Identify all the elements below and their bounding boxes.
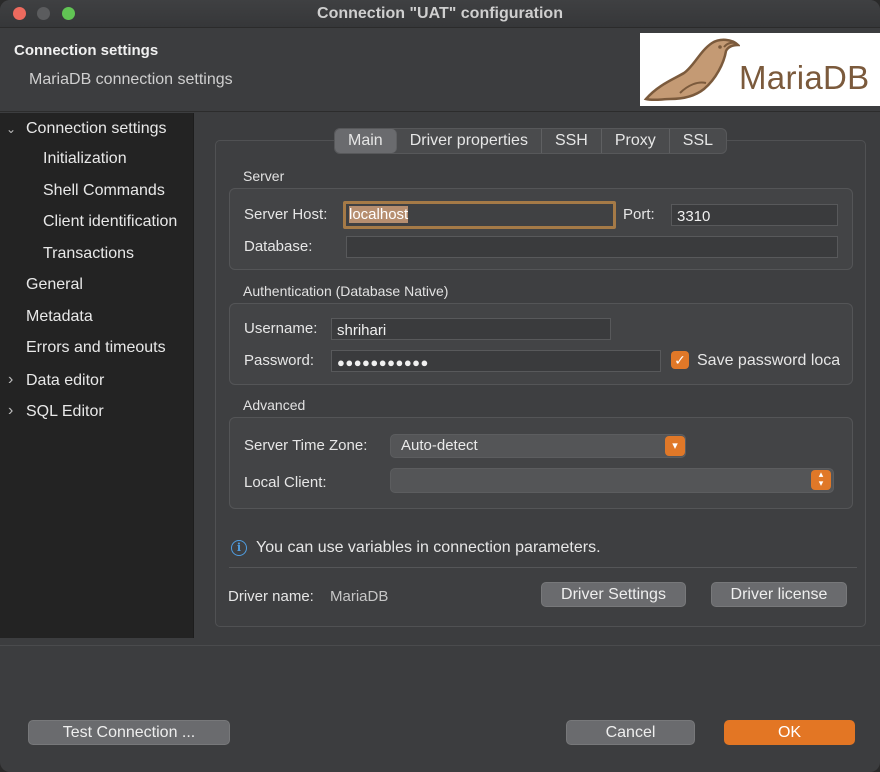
page-subtitle: MariaDB connection settings bbox=[29, 71, 233, 88]
page-header: Connection settings MariaDB connection s… bbox=[0, 28, 880, 112]
chevron-right-icon[interactable]: › bbox=[8, 402, 13, 420]
sidebar-item-shell-commands[interactable]: Shell Commands bbox=[43, 182, 165, 210]
advanced-group-label: Advanced bbox=[243, 397, 306, 413]
database-input[interactable] bbox=[346, 236, 838, 258]
local-client-label: Local Client: bbox=[244, 474, 327, 491]
local-client-select[interactable] bbox=[390, 468, 834, 493]
sidebar-item-label: Metadata bbox=[26, 308, 93, 325]
username-label: Username: bbox=[244, 320, 318, 337]
tab-proxy[interactable]: Proxy bbox=[602, 129, 670, 153]
chevron-down-icon[interactable]: ⌄ bbox=[6, 122, 16, 136]
server-group-label: Server bbox=[243, 168, 285, 184]
sidebar-item-initialization[interactable]: Initialization bbox=[43, 150, 127, 178]
sidebar-item-transactions[interactable]: Transactions bbox=[43, 245, 134, 273]
advanced-group bbox=[229, 417, 853, 509]
settings-sidebar: ⌄ Connection settings Initialization She… bbox=[0, 113, 194, 638]
sidebar-item-label: General bbox=[26, 276, 83, 293]
server-host-input[interactable]: localhost bbox=[343, 201, 616, 229]
authentication-group-label: Authentication (Database Native) bbox=[243, 283, 449, 299]
driver-license-button[interactable]: Driver license bbox=[711, 582, 847, 607]
tab-ssl[interactable]: SSL bbox=[670, 129, 726, 153]
port-label: Port: bbox=[623, 206, 655, 223]
connection-config-window: Connection "UAT" configuration Connectio… bbox=[0, 0, 880, 772]
tab-main[interactable]: Main bbox=[335, 129, 397, 153]
server-time-zone-label: Server Time Zone: bbox=[244, 437, 368, 454]
sidebar-item-label: Data editor bbox=[26, 372, 105, 389]
info-icon: i bbox=[231, 540, 247, 556]
authentication-group bbox=[229, 303, 853, 385]
variables-info-text: You can use variables in connection para… bbox=[256, 539, 601, 556]
save-password-checkbox[interactable]: ✓ bbox=[671, 351, 689, 369]
sidebar-item-connection-settings[interactable]: ⌄ Connection settings bbox=[0, 119, 194, 147]
divider bbox=[229, 567, 857, 568]
server-host-label: Server Host: bbox=[244, 206, 328, 223]
cancel-button[interactable]: Cancel bbox=[566, 720, 695, 745]
password-input[interactable]: ●●●●●●●●●●● bbox=[331, 350, 661, 372]
mariadb-logo: MariaDB bbox=[640, 33, 880, 106]
logo-text: MariaDB bbox=[739, 59, 870, 96]
sidebar-item-label: Initialization bbox=[43, 150, 127, 167]
updown-chevron-icon[interactable]: ▴ ▾ bbox=[811, 470, 831, 490]
sidebar-item-sql-editor[interactable]: › SQL Editor bbox=[0, 402, 194, 430]
chevron-down-icon[interactable]: ▾ bbox=[665, 436, 685, 456]
page-title: Connection settings bbox=[14, 42, 159, 59]
save-password-label[interactable]: Save password loca bbox=[697, 352, 840, 370]
test-connection-button[interactable]: Test Connection ... bbox=[28, 720, 230, 745]
footer-divider bbox=[0, 645, 880, 646]
sidebar-item-label: Client identification bbox=[43, 213, 178, 230]
sidebar-item-errors-and-timeouts[interactable]: Errors and timeouts bbox=[26, 339, 166, 367]
window-title: Connection "UAT" configuration bbox=[317, 5, 563, 22]
sidebar-item-label: Errors and timeouts bbox=[26, 339, 166, 356]
sidebar-item-label: Connection settings bbox=[26, 120, 167, 137]
seal-icon bbox=[643, 38, 740, 102]
chevron-right-icon[interactable]: › bbox=[8, 371, 13, 389]
sidebar-item-data-editor[interactable]: › Data editor bbox=[0, 371, 194, 399]
sidebar-item-general[interactable]: General bbox=[26, 276, 83, 304]
driver-name-value: MariaDB bbox=[330, 588, 389, 605]
sidebar-item-client-identification[interactable]: Client identification bbox=[43, 213, 177, 241]
server-time-zone-select[interactable]: Auto-detect bbox=[390, 434, 686, 458]
port-input[interactable]: 3310 bbox=[671, 204, 838, 226]
password-label: Password: bbox=[244, 352, 315, 369]
ok-button[interactable]: OK bbox=[724, 720, 855, 745]
sidebar-item-label: Shell Commands bbox=[43, 182, 165, 199]
driver-settings-button[interactable]: Driver Settings bbox=[541, 582, 686, 607]
sidebar-item-label: Transactions bbox=[43, 245, 134, 262]
database-label: Database: bbox=[244, 238, 313, 255]
sidebar-item-metadata[interactable]: Metadata bbox=[26, 308, 93, 336]
settings-tabs: Main Driver properties SSH Proxy SSL bbox=[334, 128, 728, 154]
username-input[interactable]: shrihari bbox=[331, 318, 611, 340]
title-bar: Connection "UAT" configuration bbox=[0, 0, 880, 28]
tab-ssh[interactable]: SSH bbox=[542, 129, 602, 153]
sidebar-item-label: SQL Editor bbox=[26, 403, 104, 420]
tab-driver-properties[interactable]: Driver properties bbox=[397, 129, 542, 153]
driver-name-label: Driver name: bbox=[228, 588, 314, 605]
